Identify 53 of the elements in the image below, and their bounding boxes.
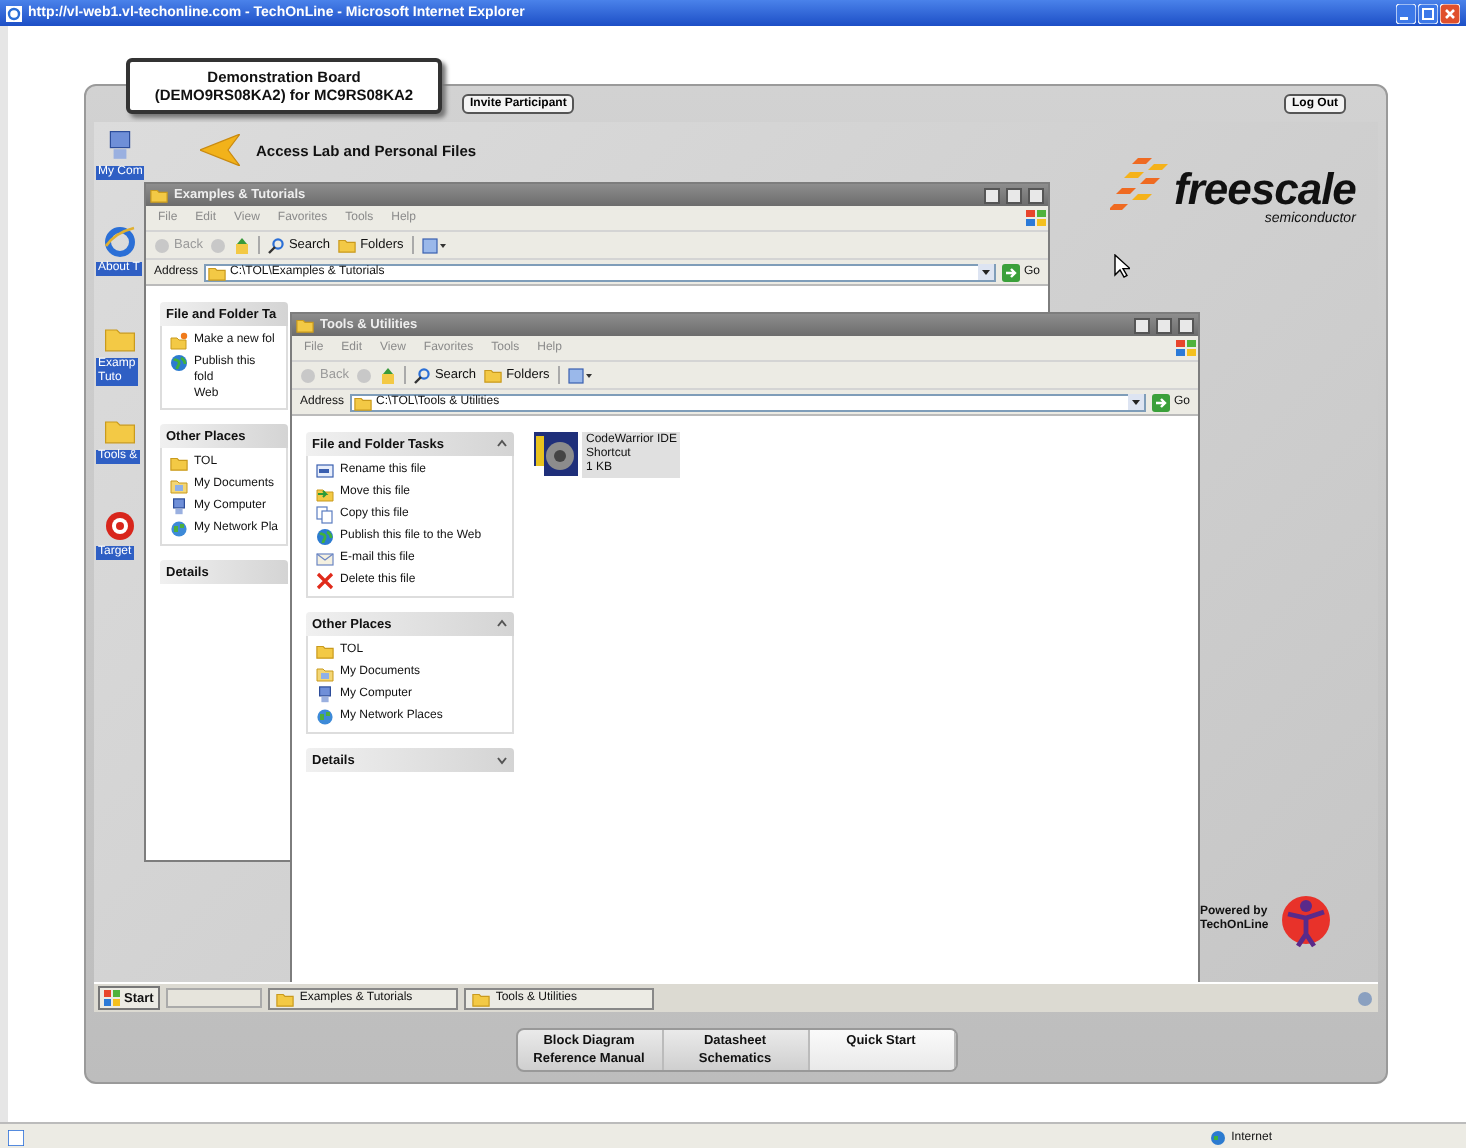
rename-icon [316, 462, 334, 480]
move-icon [316, 484, 334, 502]
folder-icon [275, 989, 294, 1007]
network-icon [316, 708, 334, 726]
envelope-icon [316, 550, 334, 568]
go-arrow-icon [1151, 393, 1170, 411]
minimize-button[interactable] [1134, 317, 1150, 333]
search-icon [414, 367, 431, 383]
go-arrow-icon [1001, 263, 1020, 281]
cursor-icon [1114, 254, 1130, 278]
maximize-button[interactable] [1006, 187, 1022, 203]
brand-name: freescale [1174, 168, 1356, 212]
browser-page-icon [6, 5, 22, 21]
close-button[interactable] [1028, 187, 1044, 203]
documents-icon [170, 476, 188, 494]
globe-icon [1209, 1129, 1226, 1145]
dropdown-arrow-icon [1127, 394, 1144, 410]
maximize-button[interactable] [1156, 317, 1172, 333]
windows-flag-icon [1174, 338, 1198, 358]
globe-icon [104, 226, 136, 258]
chevron-up-icon [496, 438, 508, 450]
documents-icon [316, 664, 334, 682]
close-button[interactable] [1178, 317, 1194, 333]
folder-icon [316, 642, 334, 660]
network-icon [170, 520, 188, 538]
arrow-icon [200, 134, 240, 166]
search-icon [268, 237, 285, 253]
globe-icon [170, 354, 188, 372]
up-folder-icon [234, 237, 251, 253]
copy-icon [316, 506, 334, 524]
tray-icon [1356, 989, 1374, 1007]
computer-icon [104, 130, 136, 162]
folder-icon [471, 989, 490, 1007]
dropdown-arrow-icon [977, 264, 994, 280]
computer-icon [170, 498, 188, 516]
delete-icon [316, 572, 334, 590]
computer-icon [316, 686, 334, 704]
minimize-button[interactable] [984, 187, 1000, 203]
windows-flag-icon [104, 990, 120, 1006]
gear-shortcut-icon [534, 432, 578, 476]
folder-icon [170, 454, 188, 472]
page-icon [8, 1129, 24, 1145]
windows-flag-icon [1024, 208, 1048, 228]
globe-icon [316, 528, 334, 546]
up-folder-icon [380, 367, 397, 383]
views-icon [567, 367, 592, 383]
chevron-down-icon [496, 754, 508, 766]
target-icon [104, 510, 136, 542]
folder-icon [484, 366, 503, 384]
chevron-up-icon [496, 618, 508, 630]
new-folder-icon [170, 332, 188, 350]
views-icon [421, 237, 446, 253]
folder-icon [338, 236, 357, 254]
